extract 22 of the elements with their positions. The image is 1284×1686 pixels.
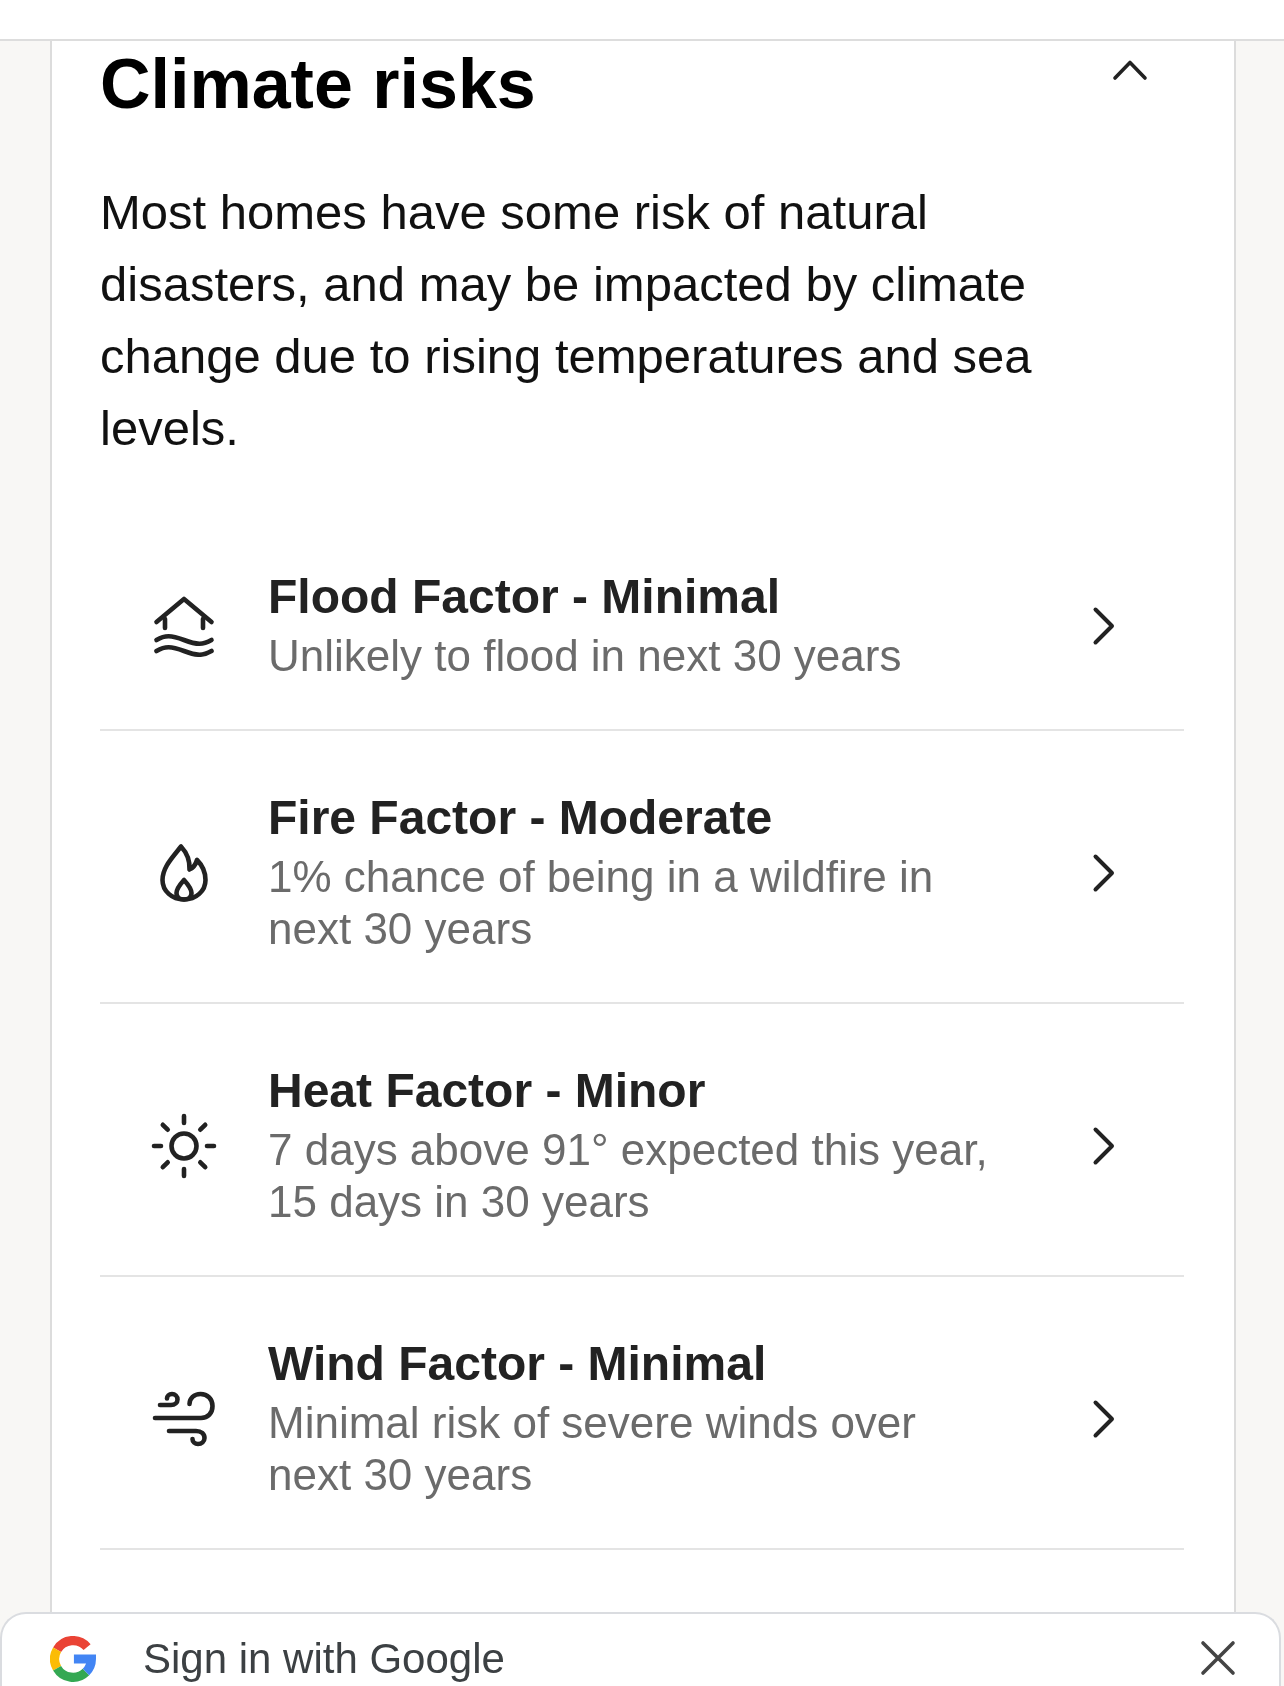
section-description: Most homes have some risk of natural disasters, and may be impacted by climate change due to rising temperatures and sea levels. [100,184,1033,457]
sign-in-label: Sign in with Google [143,1636,505,1682]
risk-description: Minimal risk of severe winds over next 30 years [268,1397,917,1501]
risk-title: Wind Factor - Minimal [268,1336,768,1392]
sun-icon [151,1112,217,1179]
risk-description: 1% chance of being in a wildfire in next 30 years [268,851,935,955]
google-g-logo-icon [50,1636,96,1682]
risk-title: Fire Factor - Moderate [268,790,774,846]
risk-description: Unlikely to flood in next 30 years [268,630,903,682]
flame-icon [159,842,209,903]
chevron-right-icon[interactable] [1092,1398,1116,1439]
chevron-right-icon[interactable] [1092,605,1116,646]
risk-title: Flood Factor - Minimal [268,569,781,625]
close-icon[interactable] [1200,1640,1236,1676]
risk-description: 7 days above 91° expected this year, 15 days in 30 years [268,1124,989,1228]
section-title: Climate risks [100,44,536,124]
house-waves-icon [153,594,215,657]
risk-title: Heat Factor - Minor [268,1063,707,1119]
chevron-up-icon[interactable] [1112,59,1148,81]
wind-icon [152,1390,216,1447]
chevron-right-icon[interactable] [1092,1125,1116,1166]
chevron-right-icon[interactable] [1092,852,1116,893]
